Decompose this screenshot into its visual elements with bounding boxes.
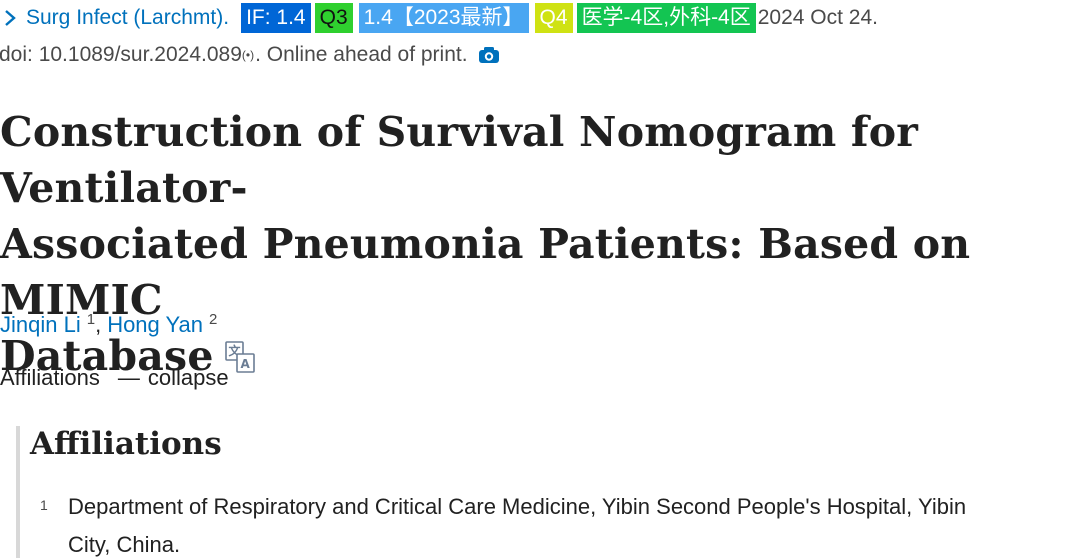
doi-signal-mark: (•) xyxy=(241,48,255,62)
affiliations-toggle-label[interactable]: Affiliations xyxy=(0,365,100,390)
online-ahead-text: . Online ahead of print. xyxy=(255,43,468,66)
collapse-icon[interactable]: — xyxy=(118,365,140,390)
title-line-1: Construction of Survival Nomogram for Ve… xyxy=(0,108,919,212)
cas-quartile-badge: Q4 xyxy=(534,3,573,33)
article-title: Construction of Survival Nomogram for Ve… xyxy=(0,104,1080,384)
affiliations-toggle[interactable]: Affiliations — collapse xyxy=(0,360,229,396)
citation-line: Surg Infect (Larchmt). IF: 1.4 Q3 1.4【20… xyxy=(0,2,878,34)
affiliation-text-line-1: Department of Respiratory and Critical C… xyxy=(68,494,967,519)
author-link[interactable]: Hong Yan xyxy=(107,312,203,337)
author-separator: , xyxy=(95,312,102,337)
doi-line: doi: 10.1089/sur.2024.089 (•) . Online a… xyxy=(0,38,500,72)
author-affiliation-ref[interactable]: 1 xyxy=(87,311,95,328)
chevron-right-icon[interactable] xyxy=(0,8,20,28)
camera-icon[interactable] xyxy=(478,45,500,65)
collapse-label[interactable]: collapse xyxy=(148,365,229,390)
journal-link[interactable]: Surg Infect (Larchmt). xyxy=(26,6,229,30)
affiliation-number: 1 xyxy=(40,497,48,513)
affiliation-text-line-2: City, China. xyxy=(68,532,181,557)
impact-factor-badge: IF: 1.4 xyxy=(241,3,311,33)
affiliations-panel: Affiliations 1 Department of Respiratory … xyxy=(16,426,1080,558)
latest-if-badge: 1.4【2023最新】 xyxy=(358,3,529,33)
cas-zone-badge: 医学-4区,外科-4区 xyxy=(576,3,756,33)
affiliations-heading: Affiliations xyxy=(30,426,222,462)
affiliation-item: 1 Department of Respiratory and Critical … xyxy=(40,486,1080,558)
author-affiliation-ref[interactable]: 2 xyxy=(209,311,217,328)
publication-date: 2024 Oct 24. xyxy=(757,6,878,29)
svg-text:A: A xyxy=(240,357,250,371)
doi-text[interactable]: doi: 10.1089/sur.2024.089 xyxy=(0,43,242,67)
jcr-quartile-badge: Q3 xyxy=(314,3,353,33)
author-link[interactable]: Jinqin Li xyxy=(0,312,81,337)
author-list: Jinqin Li 1, Hong Yan 2 xyxy=(0,302,217,338)
